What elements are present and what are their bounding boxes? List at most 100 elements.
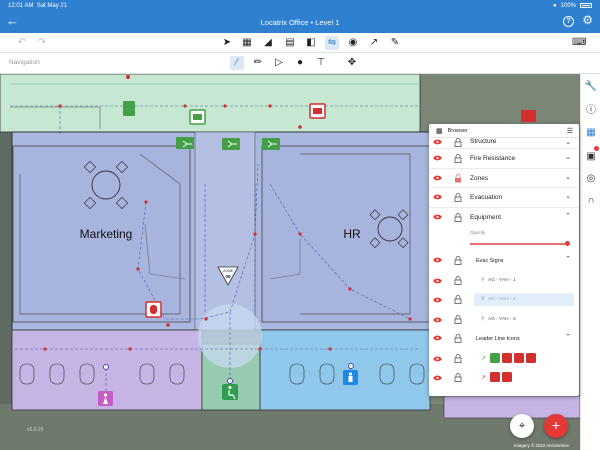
eye-icon[interactable] [433,278,442,284]
extinguisher-icon [490,372,500,382]
extinguisher-icon [502,352,512,363]
split-node-icon[interactable]: ⊤ [314,56,328,70]
network-tool-icon[interactable]: ◉ [346,36,360,50]
line-tool-icon[interactable]: ∕ [230,56,244,70]
lock-icon[interactable] [454,353,462,363]
eye-icon[interactable] [433,356,442,362]
leader-arrow-icon: ↗ [481,355,487,362]
brush-tool-icon[interactable]: ✏ [251,56,265,70]
eye-icon[interactable] [433,375,442,381]
info-icon[interactable]: ⓘ [584,104,598,118]
measure-tool-icon[interactable]: ▤ [283,36,297,50]
eye-icon[interactable] [433,214,442,220]
browser-icon: ▦ [436,127,443,135]
eye-icon[interactable] [433,335,442,341]
room-label-hr: HR [343,227,361,241]
lock-icon[interactable] [454,275,462,285]
lock-icon[interactable] [454,212,462,222]
eye-icon[interactable] [433,317,442,323]
lock-icon[interactable] [454,314,462,324]
layer-label: Evacuation [470,194,503,201]
lock-icon[interactable] [454,138,462,147]
group-row-evac-signs[interactable]: Evac Signs ⌃ [429,251,579,271]
chevron-down-icon[interactable]: ⌄ [565,173,571,181]
status-time: 12:01 AM [8,2,34,9]
eye-icon[interactable] [433,155,442,161]
chevron-down-icon[interactable]: ⌄ [565,138,571,146]
wrench-icon[interactable]: 🔧 [584,80,598,94]
lock-icon[interactable] [454,193,462,202]
wall-tool-icon[interactable]: ▦ [240,36,254,50]
evac-sign-label: AG - YAH - 3 [488,316,516,322]
lock-icon[interactable] [454,154,462,163]
lock-icon[interactable] [454,173,462,183]
evac-sign-item[interactable]: ⚲ AG - YAH - 3 [429,310,579,330]
opacity-slider-track[interactable] [470,243,568,245]
leader-line-item-red[interactable]: ↗ [429,368,579,388]
leader-line-tool-icon[interactable]: ↗ [367,36,381,50]
evac-sign-label: AG - YAH - 1 [488,277,516,283]
lock-icon[interactable] [454,295,462,304]
chevron-down-icon[interactable]: ⌄ [565,153,571,161]
add-button[interactable]: + [544,414,568,438]
locate-button[interactable]: ⌖ [510,414,534,438]
opacity-control: Opacity [429,227,579,251]
opacity-slider-handle[interactable] [565,241,570,246]
shape-tool-icon[interactable]: ◢ [261,36,275,50]
lock-icon[interactable] [454,334,462,343]
layers-icon[interactable]: ▦ [584,126,598,140]
area-tool-icon[interactable]: ◧ [304,36,318,50]
pen-tool-icon[interactable]: ✎ [388,36,402,50]
redo-icon[interactable]: ↷ [35,36,49,50]
pointer-tool-icon[interactable]: ➤ [220,36,234,50]
evac-sign-item[interactable]: ⚲ AG - YAH - 1 [429,271,579,291]
layer-row-zones[interactable]: Zones ⌄ [429,169,579,188]
room-label-marketing: Marketing [80,227,133,241]
eye-icon[interactable] [433,257,442,263]
target-icon[interactable]: ◎ [584,172,598,186]
eye-icon[interactable] [433,194,442,200]
wifi-icon: ● [553,2,557,9]
keyboard-icon[interactable]: ⌨ [572,36,586,50]
layer-row-equipment[interactable]: Equipment ⌃ [429,208,579,228]
chevron-up-icon[interactable]: ⌃ [565,333,571,341]
leader-arrow-icon: ↗ [481,375,487,381]
chevron-up-icon[interactable]: ⌃ [565,255,571,263]
magnet-icon[interactable]: ∩ [584,194,598,208]
layer-row-structure[interactable]: Structure ⌄ [429,138,579,149]
navigation-toolbar: Navigation ∕ ✏ ▷ ● ⊤ ✥ [0,53,600,74]
drag-handle-icon[interactable]: ☰ [567,127,573,135]
select-node-icon[interactable]: ▷ [272,56,286,70]
evac-sign-item-selected[interactable]: ⚲ AG - YAH - 2 [429,290,579,310]
gear-icon[interactable]: ⚙ [582,13,593,27]
zone-sign-number: 09 [226,274,231,279]
layer-row-evacuation[interactable]: Evacuation ⌄ [429,188,579,208]
add-node-icon[interactable]: ● [293,56,307,70]
help-icon[interactable]: ? [563,16,574,27]
crosshair-icon: ⌖ [518,420,526,432]
leader-line-item-green[interactable]: ↗ [429,349,579,369]
chevron-down-icon[interactable]: ⌄ [565,192,571,200]
back-arrow-icon[interactable]: ← [6,14,19,28]
layer-label: Fire Resistance [470,155,516,162]
image-icon[interactable]: ▣ [584,150,598,164]
eye-icon[interactable] [433,297,442,303]
group-row-leader-line-icons[interactable]: Leader Line Icons ⌃ [429,329,579,349]
navigation-tool-icon[interactable]: ⇋ [325,36,339,50]
undo-icon[interactable]: ↶ [15,36,29,50]
layer-row-fire-resistance[interactable]: Fire Resistance ⌄ [429,149,579,169]
app-bar: ← Locatrix Office • Level 1 ? ⚙ [0,11,600,33]
lock-icon[interactable] [454,373,462,382]
layer-label: Structure [470,138,497,145]
pin-icon: ⚲ [481,315,485,322]
opacity-label: Opacity [470,230,486,235]
main-toolbar: ↶ ↷ ➤ ▦ ◢ ▤ ◧ ⇋ ◉ ↗ ✎ ⌨ [0,33,600,53]
lock-icon[interactable] [454,256,462,265]
eye-icon[interactable] [433,139,442,145]
eye-icon[interactable] [433,175,442,181]
chevron-up-icon[interactable]: ⌃ [565,212,571,220]
move-icon[interactable]: ✥ [345,56,359,70]
pin-icon: ⚲ [481,296,485,302]
hose-reel-icon [514,352,524,363]
group-label: Leader Line Icons [476,336,520,342]
